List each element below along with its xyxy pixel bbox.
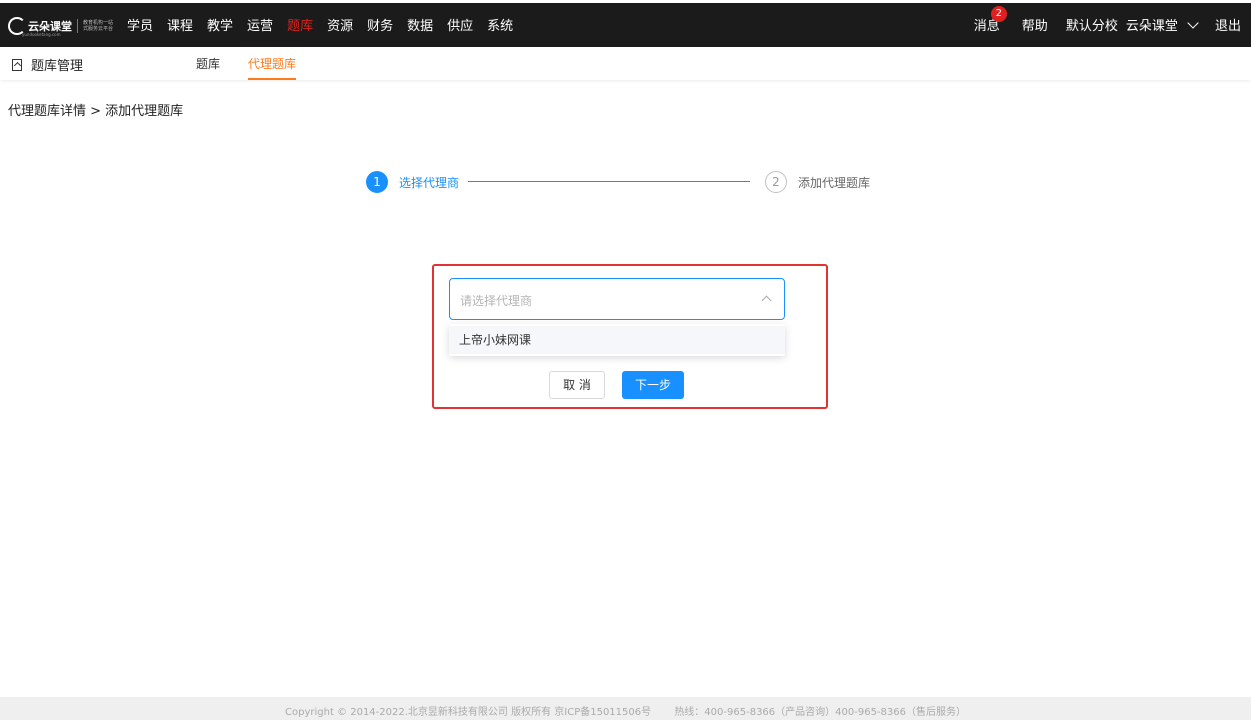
nav-item-supply[interactable]: 供应 [447, 15, 473, 34]
chevron-down-icon [1187, 17, 1199, 29]
right-nav: 消息 2 帮助 默认分校 云朵课堂 退出 [974, 6, 1251, 34]
account-name: 云朵课堂 [1125, 19, 1178, 34]
nav-item-finance[interactable]: 财务 [367, 15, 393, 34]
messages-link[interactable]: 消息 2 [974, 6, 1007, 34]
agent-select[interactable]: 请选择代理商 [449, 278, 785, 320]
step-connector [468, 181, 750, 182]
sub-header: 题库管理 题库 代理题库 [0, 47, 1251, 80]
section-title: 题库管理 [12, 55, 83, 74]
branch-selector[interactable]: 默认分校 [1066, 15, 1118, 34]
brand-logo[interactable]: 云朵课堂 教育机构一站式服务云平台 yunduoketang.com [8, 13, 113, 39]
step-2-label: 添加代理题库 [798, 176, 871, 190]
nav-item-resources[interactable]: 资源 [327, 15, 353, 34]
next-step-button[interactable]: 下一步 [622, 371, 684, 399]
agent-dropdown: 上帝小妹网课 [449, 324, 785, 356]
cancel-button[interactable]: 取 消 [549, 371, 605, 399]
footer: Copyright © 2014-2022.北京昱新科技有限公司 版权所有 京I… [0, 697, 1251, 720]
step-1-circle: 1 [366, 171, 388, 193]
top-bar: 云朵课堂 教育机构一站式服务云平台 yunduoketang.com 学员 课程… [0, 0, 1251, 47]
nav-item-operations[interactable]: 运营 [247, 15, 273, 34]
section-title-label: 题库管理 [31, 59, 84, 74]
step-2-circle: 2 [765, 171, 787, 193]
nav-item-question-bank[interactable]: 题库 [287, 15, 313, 34]
footer-copyright: Copyright © 2014-2022.北京昱新科技有限公司 版权所有 京I… [285, 707, 652, 718]
brand-url: yunduoketang.com [22, 32, 61, 37]
tab-agent-question-bank[interactable]: 代理题库 [248, 47, 297, 80]
nav-item-courses[interactable]: 课程 [167, 15, 193, 34]
nav-item-teaching[interactable]: 教学 [207, 15, 233, 34]
help-link[interactable]: 帮助 [1022, 15, 1048, 34]
document-icon [12, 58, 22, 71]
footer-hotline: 热线：400-965-8366（产品咨询）400-965-8366（售后服务） [674, 707, 966, 718]
dropdown-option[interactable]: 上帝小妹网课 [449, 326, 785, 354]
brand-subtitle: 教育机构一站式服务云平台 [83, 20, 114, 32]
nav-item-data[interactable]: 数据 [407, 15, 433, 34]
step-indicator: 1 选择代理商 2 添加代理题库 [366, 171, 886, 193]
tab-question-bank[interactable]: 题库 [196, 47, 220, 80]
main-nav: 学员 课程 教学 运营 题库 资源 财务 数据 供应 系统 [127, 15, 527, 34]
step-1-label: 选择代理商 [399, 176, 460, 190]
chevron-up-icon [761, 295, 772, 306]
footer-text: Copyright © 2014-2022.北京昱新科技有限公司 版权所有 京I… [0, 703, 1251, 718]
breadcrumb: 代理题库详情 > 添加代理题库 [8, 104, 184, 119]
nav-item-students[interactable]: 学员 [127, 15, 153, 34]
sub-tabs: 题库 代理题库 [196, 47, 324, 80]
top-bar-inner: 云朵课堂 教育机构一站式服务云平台 yunduoketang.com 学员 课程… [0, 3, 1251, 47]
logo-divider [77, 19, 78, 33]
nav-item-system[interactable]: 系统 [487, 15, 513, 34]
account-menu[interactable]: 云朵课堂 [1125, 15, 1199, 34]
logout-link[interactable]: 退出 [1215, 15, 1241, 34]
agent-select-placeholder: 请选择代理商 [460, 294, 533, 308]
message-count-badge: 2 [990, 6, 1007, 22]
